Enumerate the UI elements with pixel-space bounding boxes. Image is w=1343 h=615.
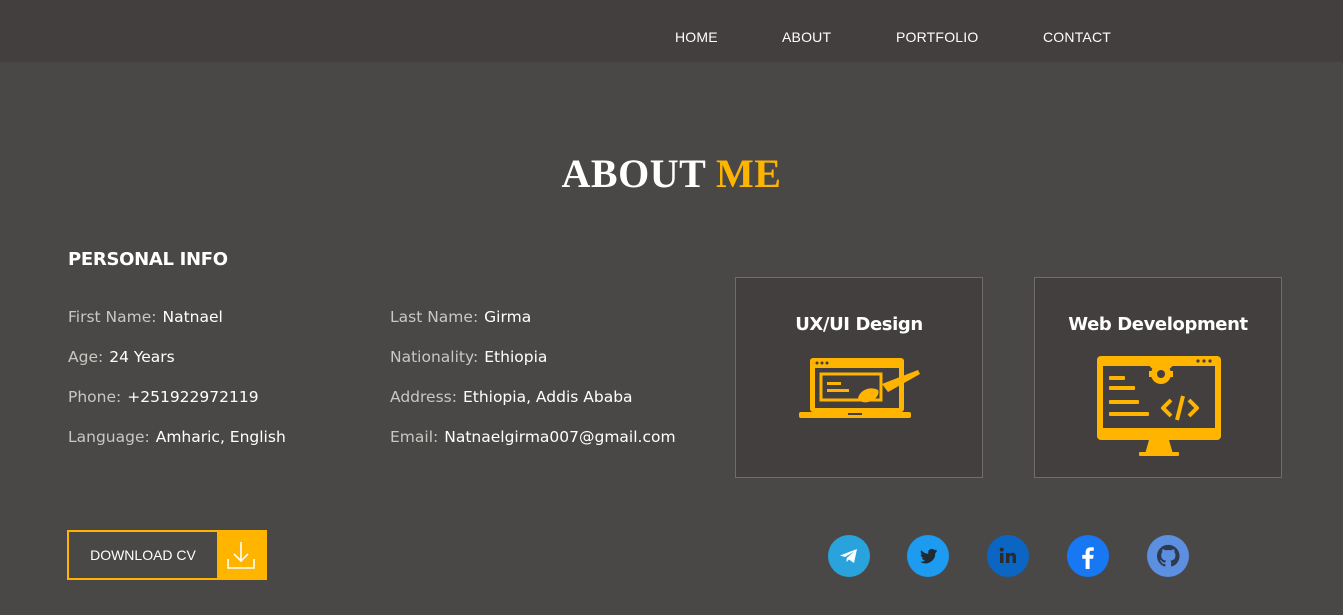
info-value: Ethiopia, Addis Ababa — [462, 388, 633, 406]
info-label: Last Name: — [390, 308, 479, 326]
twitter-icon[interactable] — [907, 535, 949, 577]
page-title-accent: ME — [716, 151, 782, 196]
info-first-name: First Name: Natnael — [68, 308, 223, 326]
nav-contact-link[interactable]: CONTACT — [1043, 29, 1111, 45]
info-last-name: Last Name: Girma — [390, 308, 531, 326]
code-monitor-icon — [1097, 356, 1221, 456]
info-nationality: Nationality: Ethiopia — [390, 348, 547, 366]
info-label: Nationality: — [390, 348, 479, 366]
info-label: Phone: — [68, 388, 122, 406]
download-icon-box — [217, 532, 265, 578]
info-value: 24 Years — [109, 348, 175, 366]
info-label: Language: — [68, 428, 150, 446]
info-age: Age: 24 Years — [68, 348, 175, 366]
navbar: HOME ABOUT PORTFOLIO CONTACT — [0, 0, 1343, 62]
info-value: +251922972119 — [127, 388, 259, 406]
linkedin-icon[interactable] — [987, 535, 1029, 577]
service-card-web-dev: Web Development — [1034, 277, 1282, 478]
info-value: Girma — [484, 308, 532, 326]
service-title: UX/UI Design — [795, 314, 923, 335]
info-value: Amharic, English — [155, 428, 286, 446]
info-label: Email: — [390, 428, 439, 446]
github-icon[interactable] — [1147, 535, 1189, 577]
info-label: First Name: — [68, 308, 157, 326]
download-icon — [227, 542, 255, 569]
nav-about-link[interactable]: ABOUT — [782, 29, 831, 45]
info-label: Age: — [68, 348, 104, 366]
service-title: Web Development — [1068, 314, 1248, 335]
info-language: Language: Amharic, English — [68, 428, 286, 446]
download-cv-button[interactable]: DOWNLOAD CV — [67, 530, 267, 580]
facebook-icon[interactable] — [1067, 535, 1109, 577]
info-label: Address: — [390, 388, 457, 406]
info-value: Natnaelgirma007@gmail.com — [444, 428, 676, 446]
info-email: Email: Natnaelgirma007@gmail.com — [390, 428, 676, 446]
personal-info-heading: PERSONAL INFO — [68, 249, 228, 270]
telegram-icon[interactable] — [828, 535, 870, 577]
design-laptop-icon — [799, 358, 920, 418]
service-card-ux-ui: UX/UI Design — [735, 277, 983, 478]
download-cv-label: DOWNLOAD CV — [90, 547, 196, 563]
nav-home-link[interactable]: HOME — [675, 29, 718, 45]
info-value: Ethiopia — [484, 348, 548, 366]
page-title: ABOUT ME — [0, 150, 1343, 197]
page-title-main: ABOUT — [561, 151, 706, 196]
info-address: Address: Ethiopia, Addis Ababa — [390, 388, 633, 406]
info-value: Natnael — [162, 308, 223, 326]
nav-portfolio-link[interactable]: PORTFOLIO — [896, 29, 978, 45]
info-phone: Phone: +251922972119 — [68, 388, 259, 406]
